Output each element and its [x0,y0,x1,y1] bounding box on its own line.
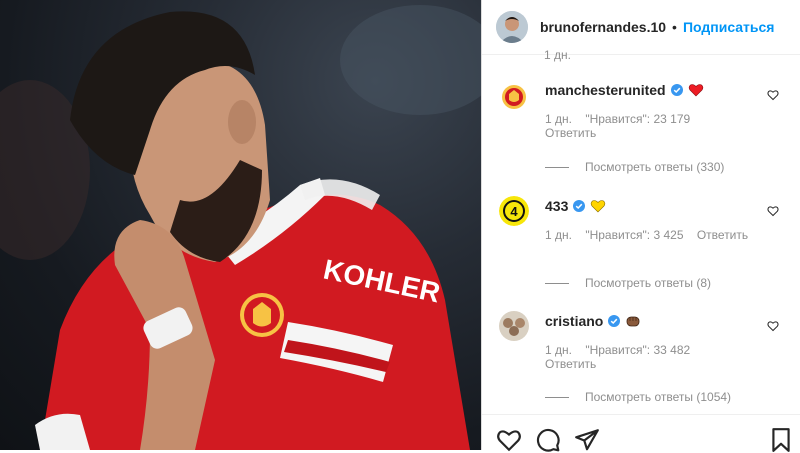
reply-button[interactable]: Ответить [545,357,596,371]
author-username[interactable]: brunofernandes.10 [540,19,666,35]
like-comment-heart-icon[interactable] [767,205,779,217]
player-illustration: KOHLER [0,5,481,450]
comment-meta: 1 дн. "Нравится": 3 425 Ответить [545,228,758,242]
reply-button[interactable]: Ответить [697,228,748,242]
comment-time: 1 дн. [545,343,572,357]
like-comment-heart-icon[interactable] [767,89,779,101]
commenter-avatar[interactable] [499,311,529,341]
like-comment-heart-icon[interactable] [767,320,779,332]
replies-divider-line [545,166,569,168]
commenter-username: 433 [545,198,606,214]
truncated-timestamp: 1 дн. [544,48,571,62]
svg-text:4: 4 [510,204,518,219]
view-replies-button[interactable]: Посмотреть ответы (8) [545,276,711,290]
post-photo[interactable]: KOHLER [0,0,481,450]
comment-likes[interactable]: "Нравится": 3 425 [585,228,683,242]
replies-divider-line [545,396,569,398]
commenter-username-text[interactable]: cristiano [545,313,603,329]
view-replies-label: Посмотреть ответы (330) [585,160,725,174]
save-bookmark-icon[interactable] [768,427,794,453]
like-heart-icon[interactable] [496,427,522,453]
red-heart-icon [688,84,703,97]
author-avatar[interactable] [496,11,528,43]
commenter-username: cristiano [545,313,641,329]
verified-badge-icon [573,200,586,212]
post-action-bar [482,414,800,453]
yellow-heart-icon [591,200,606,213]
fist-bump-icon [626,316,640,327]
share-paper-plane-icon[interactable] [574,427,600,453]
manchester-united-logo-icon [499,82,529,112]
comment-time: 1 дн. [545,112,572,126]
comment-likes[interactable]: "Нравится": 33 482 [585,343,690,357]
comment-meta: 1 дн. "Нравится": 33 482 [545,343,700,357]
comment-time: 1 дн. [545,228,572,242]
commenter-username: manchesterunited [545,82,704,98]
view-replies-button[interactable]: Посмотреть ответы (1054) [545,390,731,404]
view-replies-label: Посмотреть ответы (1054) [585,390,732,404]
commenter-avatar[interactable]: 4 [499,196,529,226]
verified-badge-icon [608,315,621,327]
433-logo-icon: 4 [499,196,529,226]
commenter-username-text[interactable]: manchesterunited [545,82,666,98]
comment-bubble-icon[interactable] [535,427,561,453]
view-replies-button[interactable]: Посмотреть ответы (330) [545,160,724,174]
comment-meta: 1 дн. "Нравится": 23 179 [545,112,700,126]
header-separator: • [672,19,677,35]
commenter-avatar[interactable] [499,82,529,112]
comments-panel: brunofernandes.10 • Подписаться 1 дн. ma… [481,0,800,453]
post-header: brunofernandes.10 • Подписаться [482,0,800,55]
reply-button[interactable]: Ответить [545,126,596,140]
verified-badge-icon [670,84,683,96]
commenter-username-text[interactable]: 433 [545,198,568,214]
author-avatar-image [496,11,528,43]
comment-likes[interactable]: "Нравится": 23 179 [585,112,690,126]
replies-divider-line [545,282,569,284]
cristiano-avatar-image [499,311,529,341]
view-replies-label: Посмотреть ответы (8) [585,276,712,290]
follow-button[interactable]: Подписаться [683,19,775,35]
